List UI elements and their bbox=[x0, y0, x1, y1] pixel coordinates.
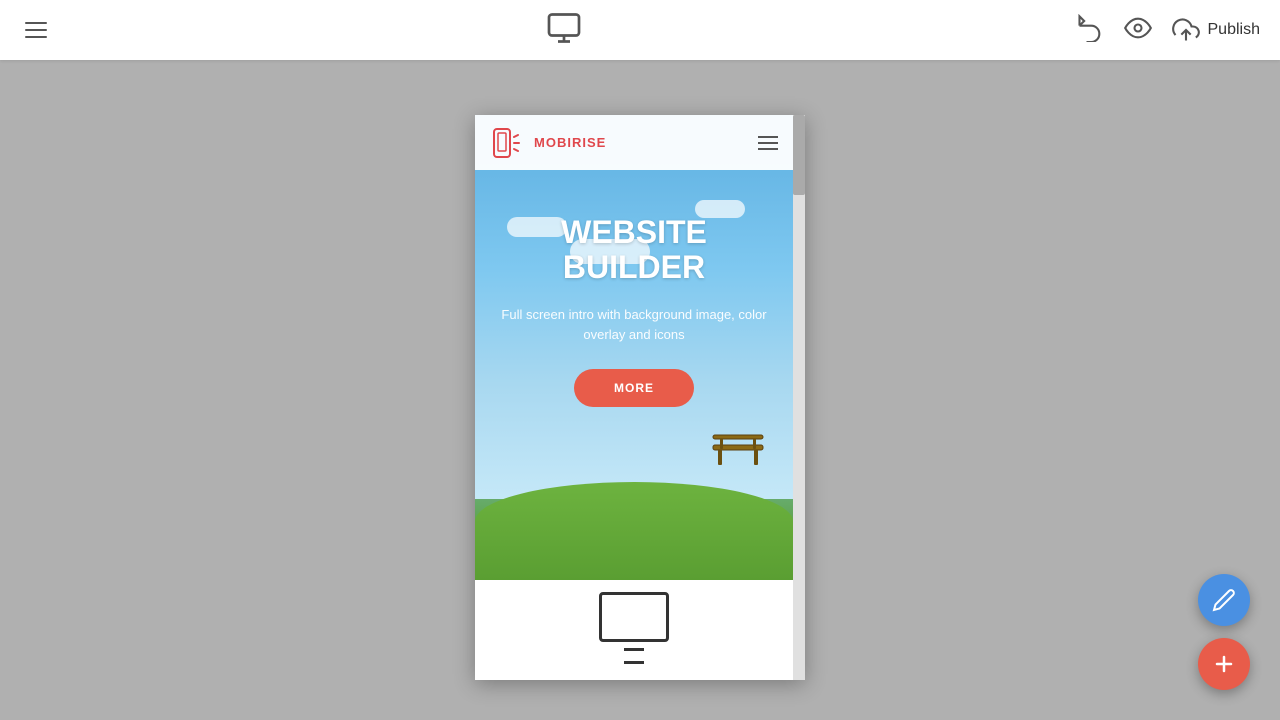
frame-scrollbar-thumb[interactable] bbox=[793, 115, 805, 195]
fab-container bbox=[1198, 574, 1250, 690]
preview-hero-subtitle: Full screen intro with background image,… bbox=[495, 305, 773, 344]
preview-more-button[interactable]: MORE bbox=[574, 369, 694, 407]
bench-illustration bbox=[708, 430, 758, 465]
edit-fab-button[interactable] bbox=[1198, 574, 1250, 626]
preview-nav-hamburger[interactable] bbox=[758, 136, 778, 150]
mobile-preview-frame: WEBSITE BUILDER Full screen intro with b… bbox=[475, 115, 805, 680]
pencil-icon bbox=[1212, 588, 1236, 612]
canvas: WEBSITE BUILDER Full screen intro with b… bbox=[0, 60, 1280, 720]
toolbar-center bbox=[546, 10, 582, 51]
preview-bottom-section bbox=[475, 580, 793, 680]
preview-logo: MOBIRISE bbox=[490, 125, 606, 161]
plus-icon bbox=[1212, 652, 1236, 676]
preview-hero-title: WEBSITE BUILDER bbox=[495, 215, 773, 285]
monitor-icon[interactable] bbox=[546, 10, 582, 51]
preview-logo-text: MOBIRISE bbox=[534, 135, 606, 150]
mobirise-logo-icon bbox=[490, 125, 526, 161]
preview-navbar: MOBIRISE bbox=[475, 115, 793, 170]
toolbar: Publish bbox=[0, 0, 1280, 60]
toolbar-left bbox=[20, 17, 52, 43]
add-fab-button[interactable] bbox=[1198, 638, 1250, 690]
toolbar-right: Publish bbox=[1076, 14, 1260, 47]
preview-monitor-outline bbox=[599, 592, 669, 642]
menu-button[interactable] bbox=[20, 17, 52, 43]
preview-button[interactable] bbox=[1124, 14, 1152, 47]
undo-button[interactable] bbox=[1076, 14, 1104, 47]
publish-button[interactable]: Publish bbox=[1172, 16, 1260, 44]
frame-scrollbar[interactable] bbox=[793, 115, 805, 680]
publish-label: Publish bbox=[1208, 21, 1260, 39]
preview-hero-content: WEBSITE BUILDER Full screen intro with b… bbox=[475, 215, 793, 407]
